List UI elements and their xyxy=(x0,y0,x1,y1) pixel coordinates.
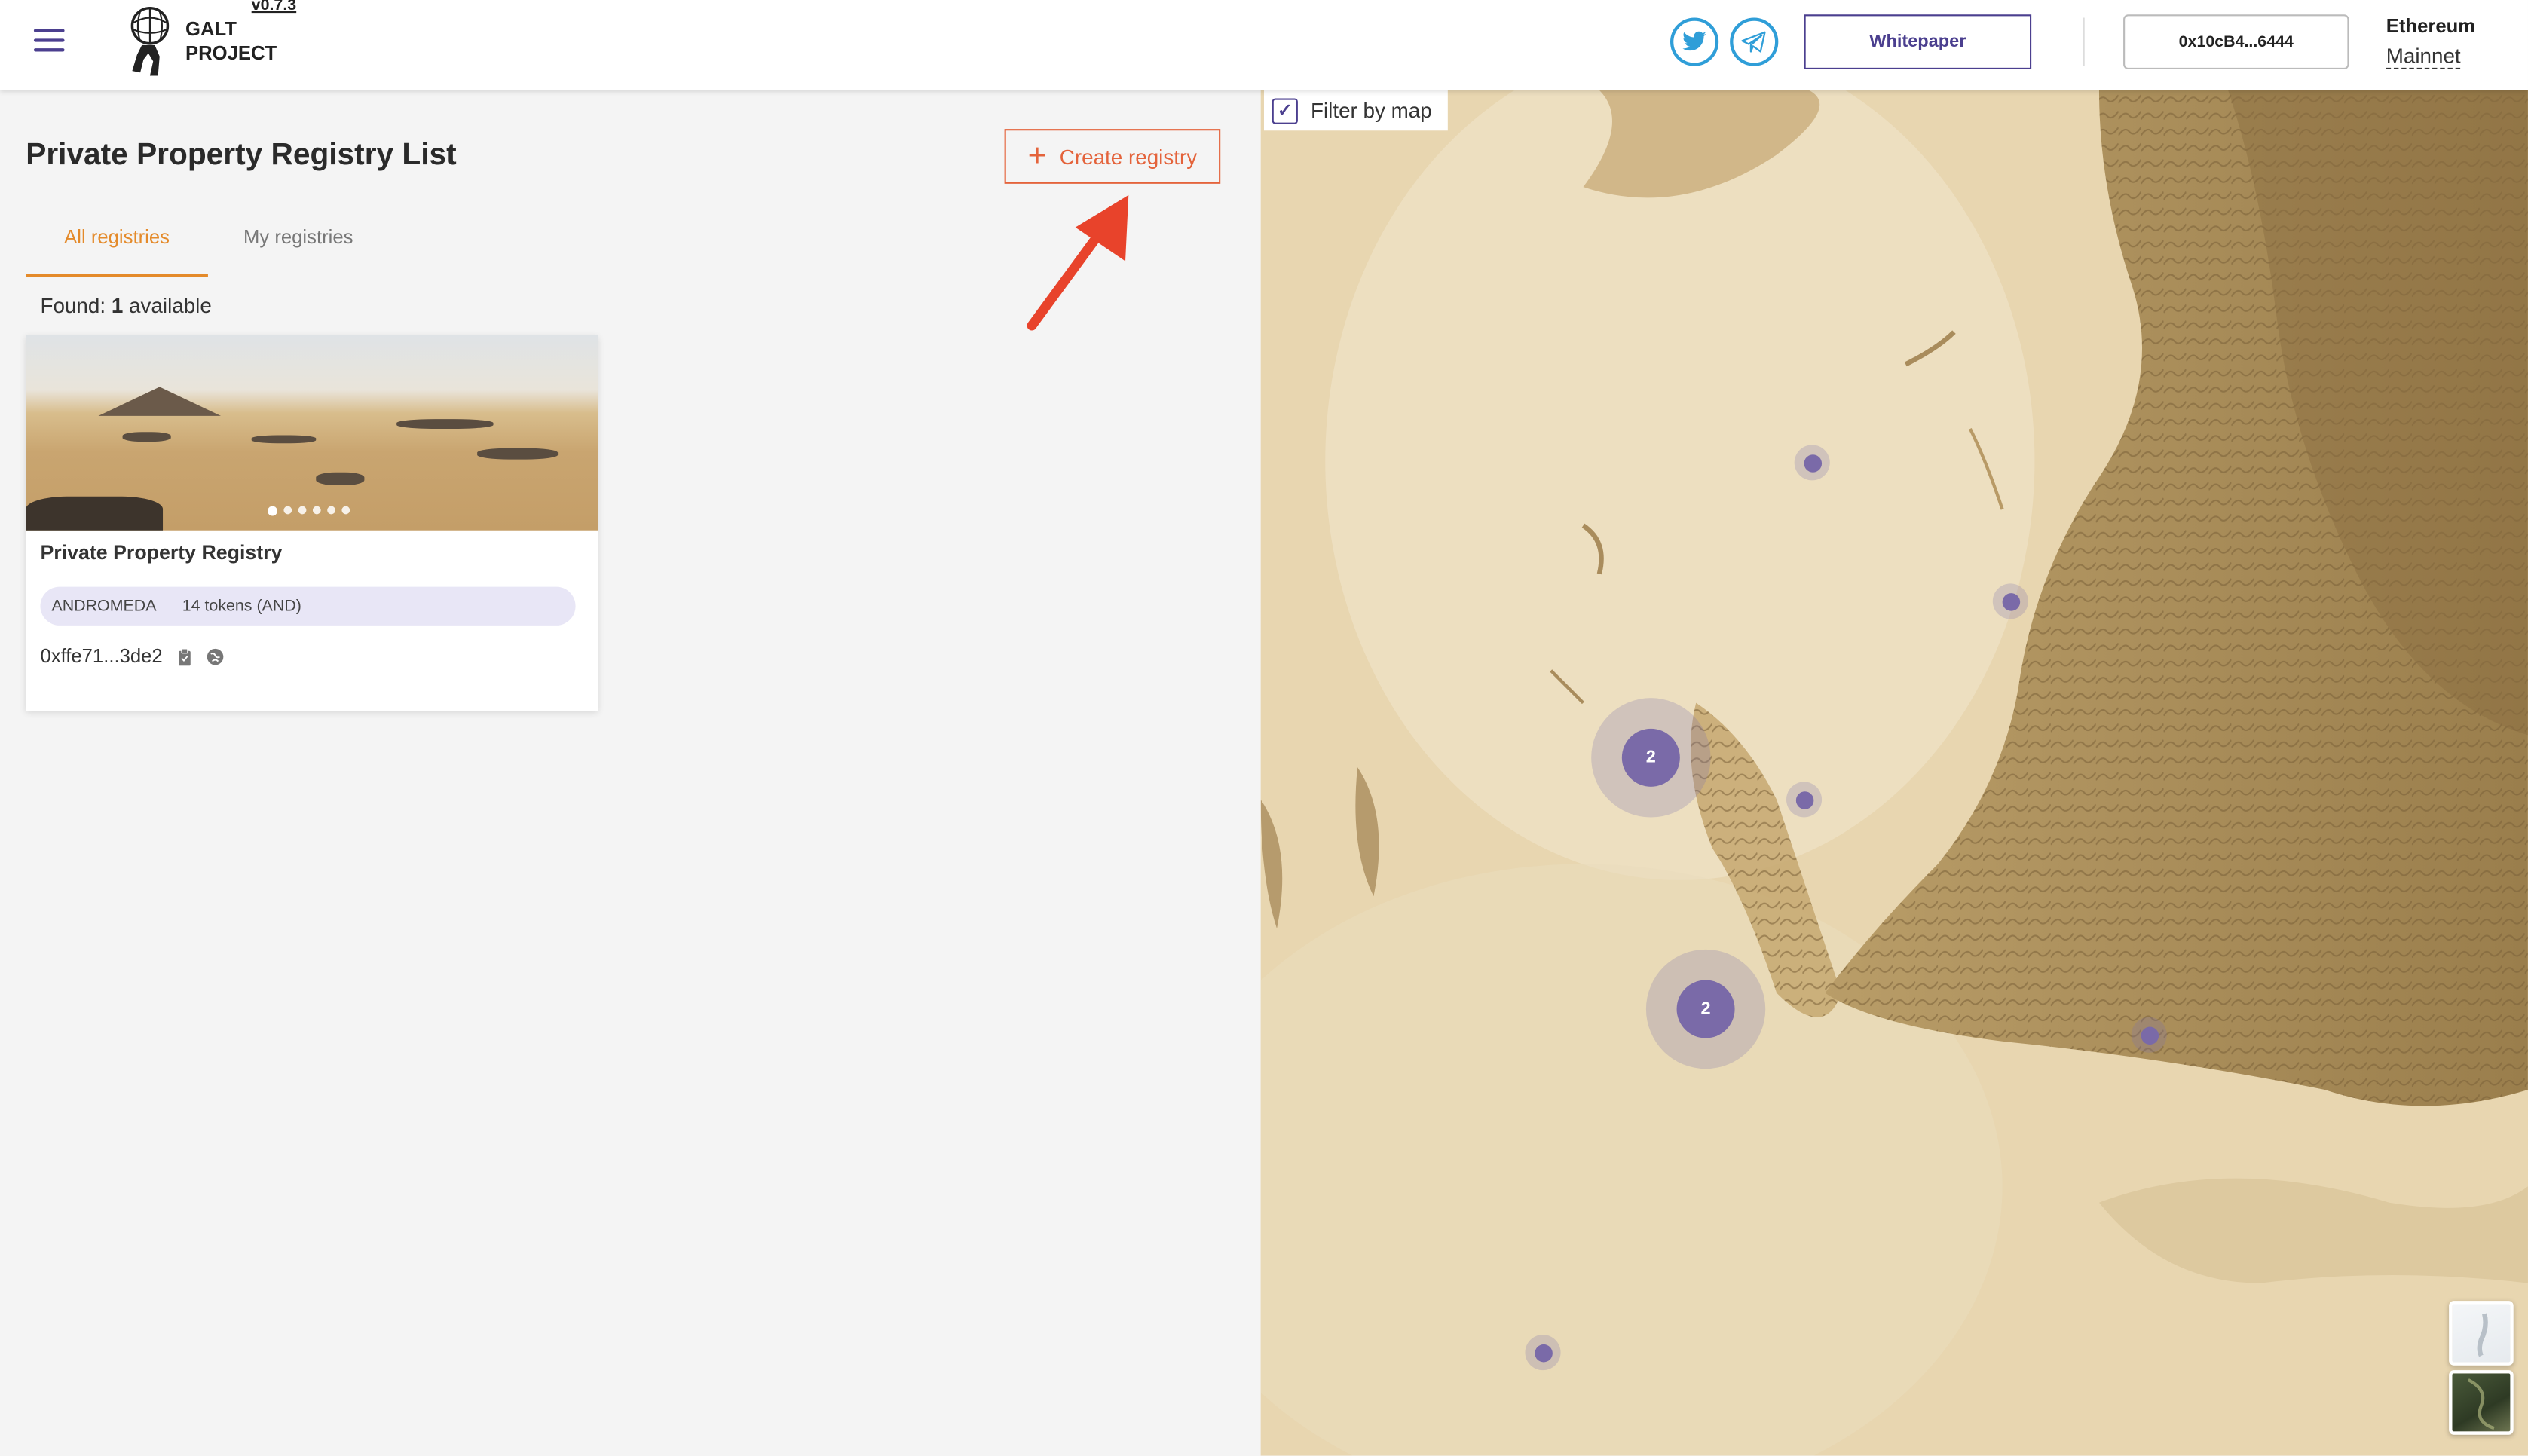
filter-by-map-toggle[interactable]: ✓ Filter by map xyxy=(1263,90,1448,131)
plus-icon: + xyxy=(1027,138,1047,175)
create-registry-label: Create registry xyxy=(1059,144,1198,169)
copy-icon[interactable] xyxy=(176,647,194,665)
top-header: GALT PROJECT v0.7.3 Whitepaper 0x10cB4..… xyxy=(0,0,2528,90)
twitter-button[interactable] xyxy=(1670,17,1719,66)
tab-all-registries[interactable]: All registries xyxy=(26,224,208,277)
image-rock xyxy=(316,472,365,485)
filter-by-map-label: Filter by map xyxy=(1311,98,1432,123)
map-layer-satellite-icon xyxy=(2467,1378,2495,1430)
carousel-dot[interactable] xyxy=(268,505,277,515)
logo-line2: PROJECT xyxy=(185,41,277,65)
image-rock xyxy=(251,435,317,444)
carousel-dot[interactable] xyxy=(341,506,350,515)
map-cluster[interactable]: 2 xyxy=(1645,949,1766,1069)
found-count: 1 xyxy=(111,293,124,318)
page-title: Private Property Registry List xyxy=(26,138,457,173)
whitepaper-button[interactable]: Whitepaper xyxy=(1804,14,2032,69)
create-registry-button[interactable]: + Create registry xyxy=(1004,129,1221,184)
version-link[interactable]: v0.7.3 xyxy=(252,0,296,14)
twitter-icon xyxy=(1682,31,1706,51)
menu-icon[interactable] xyxy=(33,29,65,55)
map-layer-satellite-button[interactable] xyxy=(2449,1370,2514,1435)
map-marker[interactable] xyxy=(1794,445,1830,481)
logo-line1: GALT xyxy=(185,17,237,41)
image-rock xyxy=(396,419,494,429)
carousel-dot[interactable] xyxy=(283,506,292,515)
image-rock xyxy=(477,448,559,460)
registry-address: 0xffe71...3de2 xyxy=(40,644,163,668)
map-marker[interactable] xyxy=(1992,583,2028,619)
map-canvas[interactable]: 2 2 xyxy=(1260,90,2528,1456)
telegram-button[interactable] xyxy=(1730,17,1779,66)
map-terrain xyxy=(1260,90,2528,1456)
telegram-icon xyxy=(1741,31,1766,53)
found-count-text: Found: 1 available xyxy=(40,293,211,317)
checkbox-checked-icon[interactable]: ✓ xyxy=(1272,97,1298,124)
map-marker[interactable] xyxy=(1786,782,1823,818)
token-info-pill: ANDROMEDA 14 tokens (AND) xyxy=(40,586,576,626)
cluster-count: 2 xyxy=(1621,728,1680,787)
token-count: 14 tokens (AND) xyxy=(182,597,301,616)
map-cluster[interactable]: 2 xyxy=(1591,698,1711,818)
carousel-dot[interactable] xyxy=(327,506,335,515)
image-rock xyxy=(26,496,164,531)
registry-image-carousel[interactable] xyxy=(26,335,598,531)
carousel-dot[interactable] xyxy=(312,506,321,515)
registry-address-row: 0xffe71...3de2 xyxy=(40,645,224,668)
token-symbol: ANDROMEDA xyxy=(51,597,157,616)
map-layer-plain-button[interactable] xyxy=(2449,1301,2514,1366)
galt-logo-icon[interactable] xyxy=(123,6,174,78)
logo-wordmark: GALT PROJECT xyxy=(185,18,277,66)
map-marker[interactable] xyxy=(1525,1335,1561,1371)
found-suffix: available xyxy=(129,293,212,318)
cluster-count: 2 xyxy=(1676,980,1735,1038)
tab-my-registries[interactable]: My registries xyxy=(243,225,353,248)
wallet-address-button[interactable]: 0x10cB4...6444 xyxy=(2123,14,2349,69)
carousel-dot[interactable] xyxy=(298,506,307,515)
annotation-arrow-icon xyxy=(1027,194,1129,331)
found-prefix: Found: xyxy=(40,293,106,318)
map-layer-plain-icon xyxy=(2477,1313,2488,1357)
registry-card[interactable]: Private Property Registry ANDROMEDA 14 t… xyxy=(26,335,598,711)
header-divider xyxy=(2083,17,2085,66)
network-selector[interactable]: Mainnet xyxy=(2386,44,2461,69)
registry-title: Private Property Registry xyxy=(40,541,283,564)
carousel-dots[interactable] xyxy=(268,505,350,515)
image-mountain xyxy=(98,387,222,416)
network-label: Ethereum xyxy=(2386,14,2476,38)
explorer-icon[interactable] xyxy=(206,647,224,665)
map-marker[interactable] xyxy=(2131,1017,2167,1053)
image-rock xyxy=(122,432,171,442)
